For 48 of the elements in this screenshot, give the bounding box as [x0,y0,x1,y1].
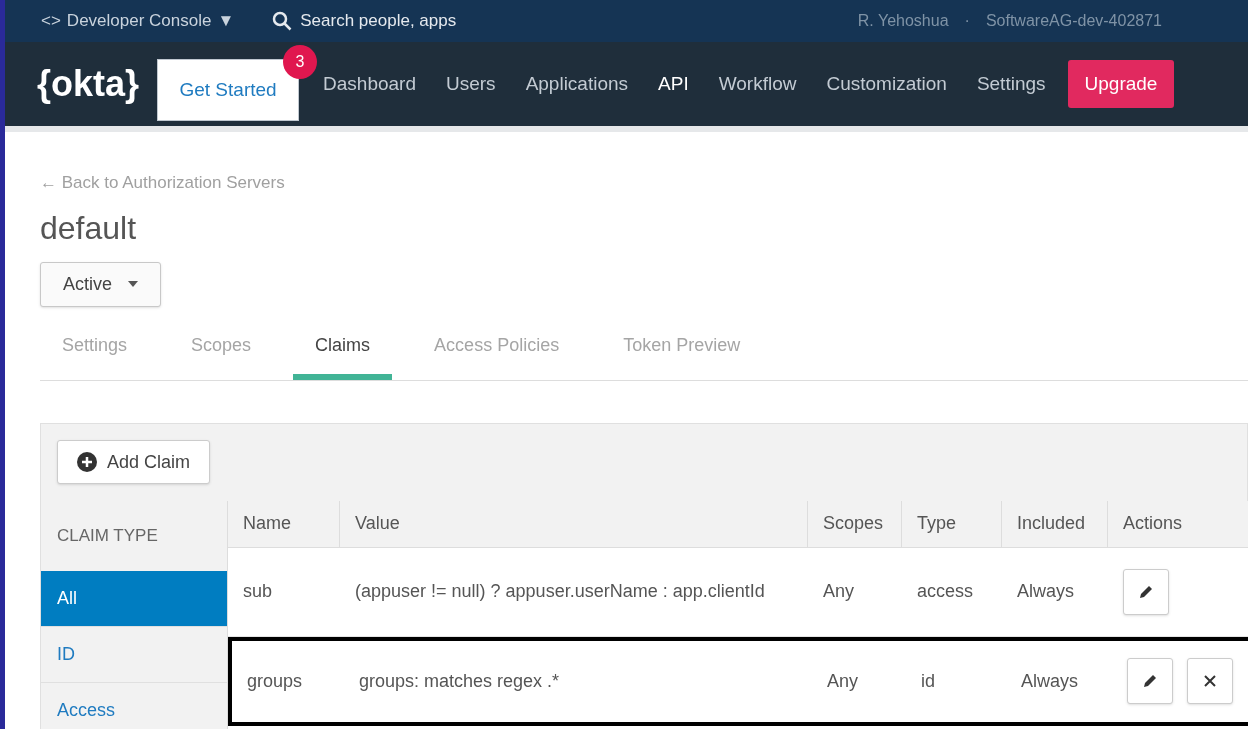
table-cell-text: Always [1016,580,1075,603]
notification-badge: 3 [283,45,318,79]
caret-icon [128,281,138,287]
upgrade-button[interactable]: Upgrade [1067,60,1175,108]
column-header: Type [902,500,1002,547]
search-icon [272,11,293,31]
table-cell-text: (appuser != null) ? appuser.userName : app.clientId [354,580,766,603]
edit-button[interactable] [1123,568,1169,615]
delete-button[interactable] [1187,658,1233,704]
table-cell-text: Always [1020,669,1079,693]
nav-item[interactable]: Dashboard [323,69,416,99]
column-header: Value [340,500,808,547]
add-claim-button[interactable]: Add Claim [57,440,211,484]
tab[interactable]: Claims [293,316,393,380]
claim-type-heading: CLAIM TYPE [56,524,159,547]
close-icon [1203,674,1217,688]
plus-icon [77,452,97,472]
column-header: Scopes [808,500,902,547]
status-dropdown[interactable]: Active [40,261,161,307]
console-menu[interactable]: Developer Console [66,8,212,34]
table-cell-text: Any [822,580,856,603]
page-title: default [40,208,138,248]
table-cell-text: groups [246,669,304,693]
nav-item[interactable]: Customization [826,69,947,99]
table-cell-text: groups: matches regex .* [358,669,561,693]
column-header: Actions [1108,500,1248,547]
okta-logo[interactable]: {okta} [37,57,140,111]
nav-item[interactable]: Workflow [718,69,797,99]
nav-item[interactable]: Settings [976,69,1046,99]
edit-button[interactable] [1127,658,1173,704]
nav-item[interactable]: Users [446,69,496,99]
claim-type-item[interactable]: All [41,570,227,627]
table-cell-text: sub [242,580,274,603]
code-icon: <> [41,8,61,34]
table-cell-text: Any [826,669,860,693]
column-header: Name [228,500,340,547]
table-cell-text: access [916,580,975,603]
search-field[interactable]: Search people, apps [300,8,541,34]
separator-dot: · [964,11,970,31]
nav-item[interactable]: Applications [525,69,629,99]
pencil-icon [1142,673,1158,689]
org-name: SoftwareAG-dev-402871 [985,11,1162,31]
pencil-icon [1138,583,1154,600]
nav-item[interactable]: API [658,69,689,99]
user-name[interactable]: R. Yehoshua [857,9,949,33]
caret-icon: ▼ [217,8,235,34]
table-cell-text: id [920,669,936,693]
column-header: Included [1002,500,1108,547]
